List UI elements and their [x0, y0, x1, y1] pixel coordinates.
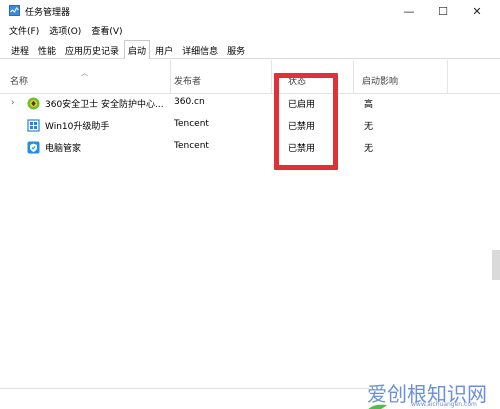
- watermark-url: www.aichuangen.com: [411, 401, 477, 408]
- window-title: 任务管理器: [25, 8, 71, 18]
- menu-options[interactable]: 选项(O): [49, 24, 81, 37]
- close-button[interactable]: ✕: [460, 0, 494, 22]
- 360-icon: [27, 97, 40, 110]
- task-manager-icon: [9, 5, 20, 16]
- impact-value: 无: [364, 122, 374, 132]
- maximize-button[interactable]: ☐: [426, 0, 460, 22]
- column-divider[interactable]: [271, 60, 272, 94]
- minimize-button[interactable]: —: [392, 0, 426, 22]
- scrollbar[interactable]: [492, 250, 500, 280]
- pc-manager-icon: [27, 141, 40, 154]
- menu-view[interactable]: 查看(V): [91, 24, 122, 37]
- impact-value: 无: [364, 144, 374, 154]
- column-divider[interactable]: [353, 60, 354, 94]
- menu-bar: 文件(F) 选项(O) 查看(V): [0, 22, 500, 39]
- win10-upgrade-icon: [27, 119, 40, 132]
- tab-details[interactable]: 详细信息: [178, 41, 222, 58]
- startup-list: › 360安全卫士 安全防护中心... 360.cn 已启用 高 Win10升级…: [0, 93, 500, 159]
- column-header-name[interactable]: 名称: [10, 74, 28, 87]
- program-name: Win10升级助手: [45, 122, 110, 132]
- expand-chevron-icon[interactable]: ›: [11, 98, 15, 108]
- sort-ascending-icon: ︿: [81, 69, 88, 77]
- publisher-value: Tencent: [174, 141, 209, 151]
- menu-file[interactable]: 文件(F): [9, 24, 39, 37]
- column-divider[interactable]: [447, 60, 448, 94]
- table-header: 名称 发布者 状态 启动影响: [0, 60, 500, 94]
- watermark: 爱创根知识网 www.aichuangen.com: [361, 373, 500, 409]
- tab-bar: 进程 性能 应用历史记录 启动 用户 详细信息 服务: [0, 40, 500, 59]
- tab-processes[interactable]: 进程: [7, 41, 33, 58]
- divider: [0, 388, 370, 389]
- publisher-value: 360.cn: [174, 97, 205, 107]
- tab-startup[interactable]: 启动: [124, 40, 151, 59]
- column-header-publisher[interactable]: 发布者: [174, 74, 201, 87]
- program-name: 360安全卫士 安全防护中心...: [45, 100, 164, 110]
- column-header-impact[interactable]: 启动影响: [362, 74, 398, 87]
- table-row[interactable]: Win10升级助手 Tencent 已禁用 无: [0, 115, 500, 137]
- title-bar: 任务管理器 — ☐ ✕: [0, 0, 500, 22]
- tab-performance[interactable]: 性能: [34, 41, 60, 58]
- program-name: 电脑管家: [45, 144, 82, 154]
- tab-services[interactable]: 服务: [223, 41, 249, 58]
- publisher-value: Tencent: [174, 119, 209, 129]
- column-divider[interactable]: [170, 60, 171, 94]
- table-row[interactable]: › 360安全卫士 安全防护中心... 360.cn 已启用 高: [0, 93, 500, 115]
- tab-users[interactable]: 用户: [151, 41, 177, 58]
- status-highlight-box: [274, 73, 338, 170]
- table-row[interactable]: 电脑管家 Tencent 已禁用 无: [0, 137, 500, 159]
- tab-app-history[interactable]: 应用历史记录: [61, 41, 123, 58]
- impact-value: 高: [364, 100, 374, 110]
